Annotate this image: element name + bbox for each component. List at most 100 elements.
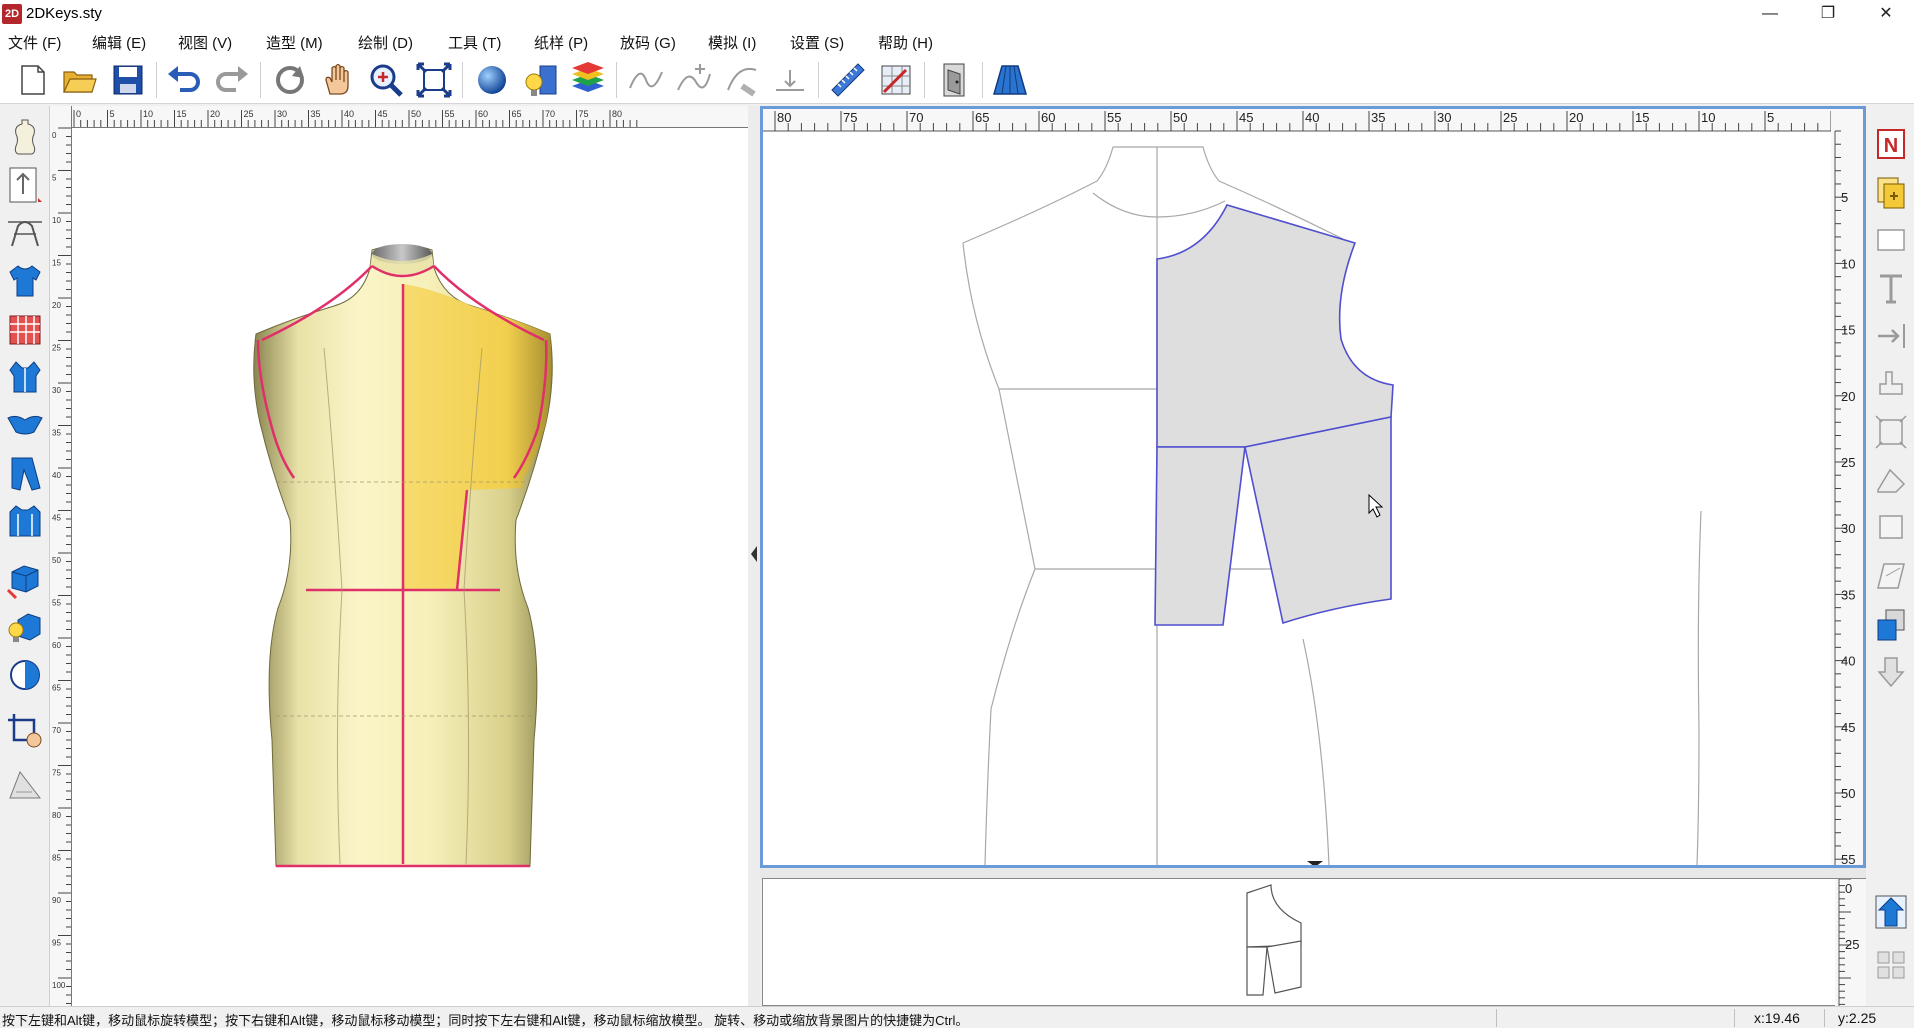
pan-hand-icon[interactable] xyxy=(318,60,358,100)
zoom-icon[interactable] xyxy=(366,60,406,100)
point-add-curve-icon[interactable] xyxy=(674,60,714,100)
measure-grid-icon[interactable] xyxy=(876,60,916,100)
down-arrow-icon[interactable] xyxy=(1872,652,1910,692)
pattern-piece-lower-left[interactable] xyxy=(1154,446,1246,626)
window-title: 2DKeys.sty xyxy=(26,5,102,22)
eraser-icon[interactable] xyxy=(1872,460,1910,500)
vest-icon[interactable] xyxy=(4,356,46,398)
ruler-tick-label: 5 xyxy=(1841,190,1848,205)
view-splitter[interactable] xyxy=(748,106,760,1006)
jacket-icon[interactable] xyxy=(4,500,46,542)
fold-icon[interactable] xyxy=(1872,556,1910,596)
sphere-icon[interactable] xyxy=(472,60,512,100)
menu-pattern[interactable]: 纸样 (P) xyxy=(534,32,588,53)
n-marker-icon[interactable]: N xyxy=(1872,124,1910,164)
menu-settings[interactable]: 设置 (S) xyxy=(790,32,844,53)
ruler-icon[interactable] xyxy=(828,60,868,100)
ruler-tick-label: 35 xyxy=(1371,110,1385,125)
ruler-tick-label: 20 xyxy=(52,301,61,310)
pattern-view-panel[interactable]: 80 75 70 65 60 55 50 45 40 35 30 25 20 15 10 50 5 10 15 20… xyxy=(760,106,1866,868)
menu-edit[interactable]: 编辑 (E) xyxy=(92,32,146,53)
ruler-tick-label: 70 xyxy=(545,109,555,119)
stack-icon[interactable] xyxy=(1872,604,1910,644)
new-file-icon[interactable] xyxy=(12,60,52,100)
menu-draw[interactable]: 绘制 (D) xyxy=(358,32,413,53)
menu-grading[interactable]: 放码 (G) xyxy=(620,32,676,53)
shade-icon[interactable] xyxy=(4,654,46,696)
ruler-tick-label: 30 xyxy=(277,109,287,119)
app-logo-icon: 2D xyxy=(2,4,22,24)
thumbnail-preview-panel[interactable]: 0 25 xyxy=(762,878,1867,1007)
menu-modeling[interactable]: 造型 (M) xyxy=(266,32,323,53)
ruler-tick-label: 65 xyxy=(975,110,989,125)
curve-icon[interactable] xyxy=(626,60,666,100)
menu-simulate[interactable]: 模拟 (I) xyxy=(708,32,756,53)
upload-piece-icon[interactable] xyxy=(1872,892,1910,932)
menu-file[interactable]: 文件 (F) xyxy=(8,32,61,53)
main-toolbar xyxy=(0,54,1914,104)
minimize-button[interactable]: — xyxy=(1742,0,1798,28)
copy-piece-icon[interactable] xyxy=(1872,172,1910,212)
menu-tools[interactable]: 工具 (T) xyxy=(448,32,501,53)
ruler-tick-label: 20 xyxy=(1569,110,1583,125)
snap-down-icon[interactable] xyxy=(770,60,810,100)
rotate-view-icon[interactable] xyxy=(270,60,310,100)
pattern-thumbnail[interactable] xyxy=(1246,884,1302,996)
crop-hand-icon[interactable] xyxy=(4,710,46,752)
ruler-tick-label: 75 xyxy=(843,110,857,125)
toolbar-separator xyxy=(982,62,983,98)
menu-help[interactable]: 帮助 (H) xyxy=(878,32,933,53)
mannequin-3d-model[interactable] xyxy=(72,128,748,1006)
angle-icon[interactable] xyxy=(4,764,46,806)
close-button[interactable]: ✕ xyxy=(1858,0,1914,28)
shirt-icon[interactable] xyxy=(4,260,46,302)
arrow-right-icon[interactable] xyxy=(1872,316,1910,356)
body-lines-icon[interactable] xyxy=(4,212,46,254)
ruler-tick-label: 5 xyxy=(110,109,115,119)
ruler-tick-label: 55 xyxy=(1841,852,1855,865)
rectangle-icon[interactable] xyxy=(1872,220,1910,260)
light-icon[interactable] xyxy=(520,60,560,100)
ruler-tick-label: 80 xyxy=(777,110,791,125)
ruler-tick-label: 5 xyxy=(1767,110,1774,125)
ruler-tick-label: 40 xyxy=(1305,110,1319,125)
toolbar-separator xyxy=(616,62,617,98)
application-window: 2D 2DKeys.sty — ❐ ✕ 文件 (F) 编辑 (E) 视图 (V)… xyxy=(0,0,1914,1028)
ruler-tick-label: 50 xyxy=(52,556,61,565)
grid-layout-icon[interactable] xyxy=(1872,944,1910,984)
save-icon[interactable] xyxy=(108,60,148,100)
cut-icon[interactable] xyxy=(1872,364,1910,404)
cube-icon[interactable] xyxy=(4,558,46,600)
ruler-tick-label: 45 xyxy=(1841,720,1855,735)
3d-view-panel[interactable] xyxy=(72,128,748,1006)
fabric-grid-icon[interactable] xyxy=(4,308,46,350)
square-icon[interactable] xyxy=(1872,508,1910,548)
skirt-icon[interactable] xyxy=(990,60,1030,100)
ruler-tick-label: 10 xyxy=(1841,256,1855,271)
pattern-piece-bodice-upper[interactable] xyxy=(1156,204,1394,448)
pattern-canvas[interactable]: 80 75 70 65 60 55 50 45 40 35 30 25 20 15 10 50 5 10 15 20… xyxy=(763,109,1863,865)
ruler-tick-label: 25 xyxy=(1503,110,1517,125)
restore-button[interactable]: ❐ xyxy=(1800,0,1856,28)
mannequin-icon[interactable] xyxy=(4,116,46,158)
pants-icon[interactable] xyxy=(4,452,46,494)
light-cube-icon[interactable] xyxy=(4,606,46,648)
open-folder-icon[interactable] xyxy=(60,60,100,100)
text-icon[interactable] xyxy=(1872,268,1910,308)
frame-icon[interactable] xyxy=(1872,412,1910,452)
ruler-tick-label: 10 xyxy=(143,109,153,119)
ruler-tick-label: 85 xyxy=(52,854,61,863)
trim-curve-icon[interactable] xyxy=(722,60,762,100)
ruler-tick-label: 30 xyxy=(1437,110,1451,125)
bra-icon[interactable] xyxy=(4,404,46,446)
layers-icon[interactable] xyxy=(568,60,608,100)
undo-icon[interactable] xyxy=(164,60,204,100)
grade-arrow-icon[interactable] xyxy=(4,164,46,206)
status-message: 按下左键和Alt键，移动鼠标旋转模型；按下右键和Alt键，移动鼠标移动模型；同时… xyxy=(2,1013,969,1028)
menu-view[interactable]: 视图 (V) xyxy=(178,32,232,53)
fit-view-icon[interactable] xyxy=(414,60,454,100)
door-export-icon[interactable] xyxy=(934,60,974,100)
redo-icon[interactable] xyxy=(212,60,252,100)
pattern-piece-lower-right[interactable] xyxy=(1244,416,1392,625)
ruler-tick-label: 100 xyxy=(52,981,66,990)
